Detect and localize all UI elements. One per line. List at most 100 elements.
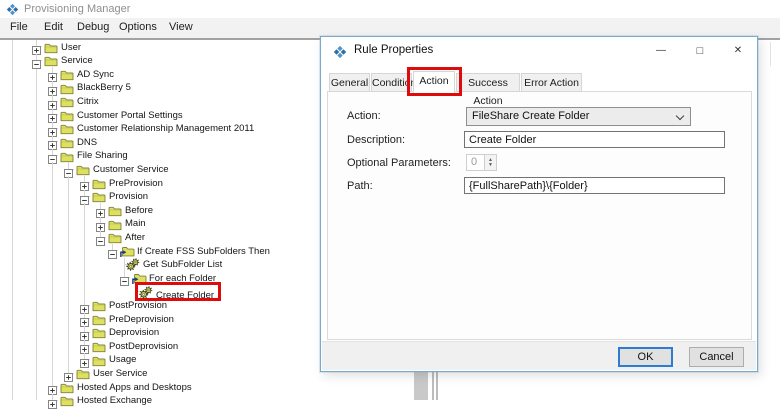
tree-guide-line [84, 244, 85, 258]
stepper-arrows[interactable]: ▲ ▼ [484, 155, 496, 170]
tree-item-label: Customer Service [93, 164, 169, 175]
description-field[interactable] [464, 131, 725, 148]
action-select[interactable]: FileShare Create Folder [466, 107, 691, 126]
tab-success-action[interactable]: Success Action [456, 73, 520, 92]
scrollbar-thumb[interactable] [414, 372, 428, 400]
ok-button[interactable]: OK [618, 347, 673, 367]
optional-parameters-stepper[interactable]: 0 ▲ ▼ [466, 154, 497, 171]
tree-guide-line [68, 339, 69, 353]
tab-error-action[interactable]: Error Action [521, 73, 582, 92]
menu-item-edit[interactable]: Edit [44, 21, 63, 33]
tree-guide-line [52, 230, 53, 244]
tree-item-label: Provision [109, 191, 148, 202]
expand-plus-icon[interactable] [80, 314, 89, 323]
path-field[interactable] [464, 177, 725, 194]
minimize-icon[interactable]: — [650, 41, 672, 61]
expand-plus-icon[interactable] [80, 328, 89, 337]
tree-item-label: User [61, 42, 81, 53]
collapse-minus-icon[interactable] [48, 151, 57, 160]
tree-guide-line [84, 285, 85, 299]
expand-plus-icon[interactable] [48, 97, 57, 106]
panel-edge-line [770, 42, 771, 66]
tree-guide-line [52, 217, 53, 231]
collapse-minus-icon[interactable] [96, 233, 105, 242]
tree-item-label: PreDeprovision [109, 314, 174, 325]
tree-item-label: PreProvision [109, 178, 163, 189]
maximize-icon[interactable]: □ [689, 41, 711, 61]
tree-guide-line [84, 230, 85, 244]
expand-plus-icon[interactable] [32, 42, 41, 51]
tree-guide-line [52, 258, 53, 272]
expand-plus-icon[interactable] [80, 301, 89, 310]
collapse-minus-icon[interactable] [64, 165, 73, 174]
expand-plus-icon[interactable] [96, 205, 105, 214]
field-label-path: Path: [347, 180, 373, 192]
tree-guide-line [68, 244, 69, 258]
tree-item-hosted-exchange[interactable]: Hosted Exchange [0, 394, 780, 408]
dialog-button-strip: OK Cancel [322, 341, 756, 370]
tree-guide-line [68, 326, 69, 340]
tree-item-label: Hosted Exchange [77, 395, 152, 406]
tree-guide-line [84, 217, 85, 231]
collapse-minus-icon[interactable] [120, 273, 129, 282]
expand-plus-icon[interactable] [64, 369, 73, 378]
tree-guide-line [68, 217, 69, 231]
tab-action[interactable]: Action [413, 71, 455, 93]
menu-item-options[interactable]: Options [119, 21, 157, 33]
cancel-button[interactable]: Cancel [689, 347, 744, 367]
tree-guide-line [68, 176, 69, 190]
tree-item-label: Service [61, 55, 93, 66]
tree-guide-line [52, 271, 53, 285]
expand-plus-icon[interactable] [80, 355, 89, 364]
app-logo-icon [6, 3, 19, 16]
tree-guide-line [52, 244, 53, 258]
expand-plus-icon[interactable] [48, 110, 57, 119]
tree-item-label: BlackBerry 5 [77, 82, 131, 93]
expand-plus-icon[interactable] [80, 178, 89, 187]
expand-plus-icon[interactable] [96, 219, 105, 228]
tab-condition[interactable]: Condition [371, 73, 412, 92]
expand-plus-icon[interactable] [48, 396, 57, 405]
field-label-optional-parameters: Optional Parameters: [347, 157, 451, 169]
expand-plus-icon[interactable] [48, 83, 57, 92]
expand-plus-icon[interactable] [48, 137, 57, 146]
tree-item-label: PostDeprovision [109, 341, 178, 352]
tree-guide-line [52, 285, 53, 299]
collapse-minus-icon[interactable] [80, 192, 89, 201]
folder-icon [60, 394, 74, 412]
expand-plus-icon[interactable] [48, 69, 57, 78]
expand-plus-icon[interactable] [48, 382, 57, 391]
tree-item-label: Get SubFolder List [143, 259, 222, 270]
tree-guide-line [68, 190, 69, 204]
expand-plus-icon[interactable] [80, 341, 89, 350]
tree-item-label: Hosted Apps and Desktops [77, 382, 192, 393]
tree-item-label: Customer Relationship Management 2011 [77, 123, 254, 134]
dialog-title: Rule Properties [354, 44, 433, 56]
collapse-minus-icon[interactable] [32, 56, 41, 65]
collapse-minus-icon[interactable] [108, 246, 117, 255]
tree-guide-line [68, 298, 69, 312]
tree-item-label: PostProvision [109, 300, 167, 311]
tree-guide-line [52, 339, 53, 353]
tree-guide-line [84, 271, 85, 285]
arrow-down-icon[interactable]: ▼ [488, 163, 493, 168]
tree-item-label: User Service [93, 368, 147, 379]
tree-guide-line [68, 258, 69, 272]
close-icon[interactable]: ✕ [727, 41, 749, 61]
menu-item-view[interactable]: View [169, 21, 193, 33]
menu-item-file[interactable]: File [10, 21, 28, 33]
tree-item-label: Citrix [77, 96, 99, 107]
field-label-description: Description: [347, 134, 405, 146]
tree-item-label: Before [125, 205, 153, 216]
tree-item-label: If Create FSS SubFolders Then [137, 246, 270, 257]
tree-item-hosted-apps-and-desktops[interactable]: Hosted Apps and Desktops [0, 380, 780, 394]
tab-general[interactable]: General [329, 73, 370, 92]
expand-plus-icon[interactable] [48, 124, 57, 133]
tree-guide-line [52, 326, 53, 340]
tree-guide-line [68, 271, 69, 285]
tree-guide-line [68, 203, 69, 217]
tree-guide-line [52, 203, 53, 217]
tree-guide-line [68, 312, 69, 326]
menu-item-debug[interactable]: Debug [77, 21, 109, 33]
tree-guide-line [52, 190, 53, 204]
